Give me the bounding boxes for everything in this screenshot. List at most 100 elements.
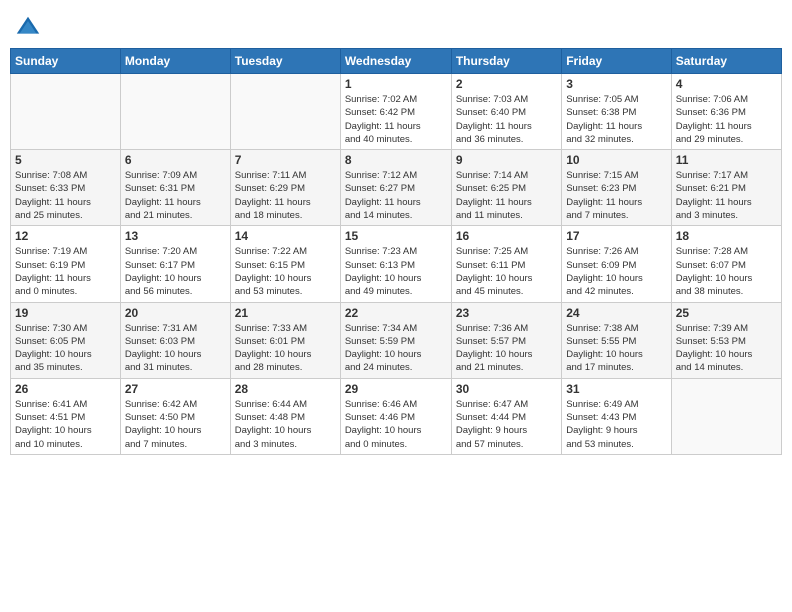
day-info: Sunrise: 7:38 AM Sunset: 5:55 PM Dayligh… <box>566 322 666 375</box>
calendar-cell: 2Sunrise: 7:03 AM Sunset: 6:40 PM Daylig… <box>451 74 561 150</box>
day-number: 28 <box>235 382 336 396</box>
day-number: 29 <box>345 382 447 396</box>
day-number: 10 <box>566 153 666 167</box>
day-info: Sunrise: 6:46 AM Sunset: 4:46 PM Dayligh… <box>345 398 447 451</box>
week-row-1: 1 Sunrise: 7:02 AM Sunset: 6:42 PM Daylig… <box>11 74 782 150</box>
day-info: Sunrise: 7:02 AM Sunset: 6:42 PM Dayligh… <box>345 93 447 146</box>
weekday-header-wednesday: Wednesday <box>340 49 451 74</box>
logo-icon <box>14 14 42 42</box>
day-number: 26 <box>15 382 116 396</box>
day-number: 15 <box>345 229 447 243</box>
calendar-cell: 10 Sunrise: 7:15 AM Sunset: 6:23 PM Dayli… <box>562 150 671 226</box>
day-info: Sunrise: 7:20 AM Sunset: 6:17 PM Dayligh… <box>125 245 226 298</box>
calendar-cell: 29 Sunrise: 6:46 AM Sunset: 4:46 PM Dayli… <box>340 378 451 454</box>
day-info: Sunrise: 7:14 AM Sunset: 6:25 PM Dayligh… <box>456 169 557 222</box>
day-info: Sunrise: 7:39 AM Sunset: 5:53 PM Dayligh… <box>676 322 777 375</box>
day-number: 27 <box>125 382 226 396</box>
day-number: 31 <box>566 382 666 396</box>
calendar-cell: 6 Sunrise: 7:09 AM Sunset: 6:31 PM Daylig… <box>120 150 230 226</box>
page-header <box>10 10 782 42</box>
week-row-3: 12 Sunrise: 7:19 AM Sunset: 6:19 PM Dayli… <box>11 226 782 302</box>
day-number: 24 <box>566 306 666 320</box>
day-info: Sunrise: 7:34 AM Sunset: 5:59 PM Dayligh… <box>345 322 447 375</box>
calendar-cell: 8 Sunrise: 7:12 AM Sunset: 6:27 PM Daylig… <box>340 150 451 226</box>
day-info: Sunrise: 7:11 AM Sunset: 6:29 PM Dayligh… <box>235 169 336 222</box>
weekday-header-row: SundayMondayTuesdayWednesdayThursdayFrid… <box>11 49 782 74</box>
calendar-cell: 18 Sunrise: 7:28 AM Sunset: 6:07 PM Dayli… <box>671 226 781 302</box>
calendar-cell: 13 Sunrise: 7:20 AM Sunset: 6:17 PM Dayli… <box>120 226 230 302</box>
day-info: Sunrise: 7:22 AM Sunset: 6:15 PM Dayligh… <box>235 245 336 298</box>
week-row-2: 5Sunrise: 7:08 AM Sunset: 6:33 PM Daylig… <box>11 150 782 226</box>
day-number: 4 <box>676 77 777 91</box>
day-number: 16 <box>456 229 557 243</box>
calendar-cell: 27 Sunrise: 6:42 AM Sunset: 4:50 PM Dayli… <box>120 378 230 454</box>
day-info: Sunrise: 7:28 AM Sunset: 6:07 PM Dayligh… <box>676 245 777 298</box>
day-number: 18 <box>676 229 777 243</box>
week-row-5: 26 Sunrise: 6:41 AM Sunset: 4:51 PM Dayli… <box>11 378 782 454</box>
day-info: Sunrise: 7:05 AM Sunset: 6:38 PM Dayligh… <box>566 93 666 146</box>
day-number: 19 <box>15 306 116 320</box>
day-number: 8 <box>345 153 447 167</box>
day-info: Sunrise: 7:12 AM Sunset: 6:27 PM Dayligh… <box>345 169 447 222</box>
day-info: Sunrise: 6:44 AM Sunset: 4:48 PM Dayligh… <box>235 398 336 451</box>
calendar-cell <box>230 74 340 150</box>
day-number: 25 <box>676 306 777 320</box>
calendar-cell <box>671 378 781 454</box>
calendar-table: SundayMondayTuesdayWednesdayThursdayFrid… <box>10 48 782 455</box>
calendar-cell: 4Sunrise: 7:06 AM Sunset: 6:36 PM Daylig… <box>671 74 781 150</box>
calendar-cell: 21 Sunrise: 7:33 AM Sunset: 6:01 PM Dayli… <box>230 302 340 378</box>
day-info: Sunrise: 7:36 AM Sunset: 5:57 PM Dayligh… <box>456 322 557 375</box>
weekday-header-sunday: Sunday <box>11 49 121 74</box>
calendar-cell: 25 Sunrise: 7:39 AM Sunset: 5:53 PM Dayli… <box>671 302 781 378</box>
day-info: Sunrise: 7:23 AM Sunset: 6:13 PM Dayligh… <box>345 245 447 298</box>
day-number: 30 <box>456 382 557 396</box>
day-info: Sunrise: 7:26 AM Sunset: 6:09 PM Dayligh… <box>566 245 666 298</box>
day-number: 21 <box>235 306 336 320</box>
calendar-cell: 20 Sunrise: 7:31 AM Sunset: 6:03 PM Dayli… <box>120 302 230 378</box>
calendar-cell: 30 Sunrise: 6:47 AM Sunset: 4:44 PM Dayli… <box>451 378 561 454</box>
calendar-cell: 16Sunrise: 7:25 AM Sunset: 6:11 PM Dayli… <box>451 226 561 302</box>
weekday-header-saturday: Saturday <box>671 49 781 74</box>
day-number: 6 <box>125 153 226 167</box>
day-info: Sunrise: 7:09 AM Sunset: 6:31 PM Dayligh… <box>125 169 226 222</box>
day-number: 3 <box>566 77 666 91</box>
day-info: Sunrise: 7:08 AM Sunset: 6:33 PM Dayligh… <box>15 169 116 222</box>
day-number: 22 <box>345 306 447 320</box>
day-number: 12 <box>15 229 116 243</box>
day-info: Sunrise: 6:47 AM Sunset: 4:44 PM Dayligh… <box>456 398 557 451</box>
day-info: Sunrise: 7:19 AM Sunset: 6:19 PM Dayligh… <box>15 245 116 298</box>
day-number: 23 <box>456 306 557 320</box>
calendar-cell: 23 Sunrise: 7:36 AM Sunset: 5:57 PM Dayli… <box>451 302 561 378</box>
day-info: Sunrise: 6:41 AM Sunset: 4:51 PM Dayligh… <box>15 398 116 451</box>
day-number: 11 <box>676 153 777 167</box>
calendar-cell: 15 Sunrise: 7:23 AM Sunset: 6:13 PM Dayli… <box>340 226 451 302</box>
week-row-4: 19Sunrise: 7:30 AM Sunset: 6:05 PM Dayli… <box>11 302 782 378</box>
day-info: Sunrise: 7:33 AM Sunset: 6:01 PM Dayligh… <box>235 322 336 375</box>
day-info: Sunrise: 7:31 AM Sunset: 6:03 PM Dayligh… <box>125 322 226 375</box>
calendar-cell: 1 Sunrise: 7:02 AM Sunset: 6:42 PM Daylig… <box>340 74 451 150</box>
day-number: 17 <box>566 229 666 243</box>
day-info: Sunrise: 7:03 AM Sunset: 6:40 PM Dayligh… <box>456 93 557 146</box>
day-info: Sunrise: 6:42 AM Sunset: 4:50 PM Dayligh… <box>125 398 226 451</box>
calendar-cell: 9 Sunrise: 7:14 AM Sunset: 6:25 PM Daylig… <box>451 150 561 226</box>
calendar-cell: 11Sunrise: 7:17 AM Sunset: 6:21 PM Dayli… <box>671 150 781 226</box>
day-info: Sunrise: 7:15 AM Sunset: 6:23 PM Dayligh… <box>566 169 666 222</box>
logo <box>14 14 46 42</box>
day-number: 7 <box>235 153 336 167</box>
calendar-cell: 22 Sunrise: 7:34 AM Sunset: 5:59 PM Dayli… <box>340 302 451 378</box>
day-number: 9 <box>456 153 557 167</box>
calendar-cell: 24 Sunrise: 7:38 AM Sunset: 5:55 PM Dayli… <box>562 302 671 378</box>
weekday-header-tuesday: Tuesday <box>230 49 340 74</box>
day-info: Sunrise: 6:49 AM Sunset: 4:43 PM Dayligh… <box>566 398 666 451</box>
calendar-cell: 5Sunrise: 7:08 AM Sunset: 6:33 PM Daylig… <box>11 150 121 226</box>
day-number: 20 <box>125 306 226 320</box>
calendar-cell: 14Sunrise: 7:22 AM Sunset: 6:15 PM Dayli… <box>230 226 340 302</box>
calendar-cell: 7 Sunrise: 7:11 AM Sunset: 6:29 PM Daylig… <box>230 150 340 226</box>
calendar-cell: 28 Sunrise: 6:44 AM Sunset: 4:48 PM Dayli… <box>230 378 340 454</box>
day-number: 13 <box>125 229 226 243</box>
calendar-cell: 31 Sunrise: 6:49 AM Sunset: 4:43 PM Dayli… <box>562 378 671 454</box>
calendar-cell: 26 Sunrise: 6:41 AM Sunset: 4:51 PM Dayli… <box>11 378 121 454</box>
calendar-cell: 12 Sunrise: 7:19 AM Sunset: 6:19 PM Dayli… <box>11 226 121 302</box>
day-number: 1 <box>345 77 447 91</box>
calendar-cell: 3 Sunrise: 7:05 AM Sunset: 6:38 PM Daylig… <box>562 74 671 150</box>
